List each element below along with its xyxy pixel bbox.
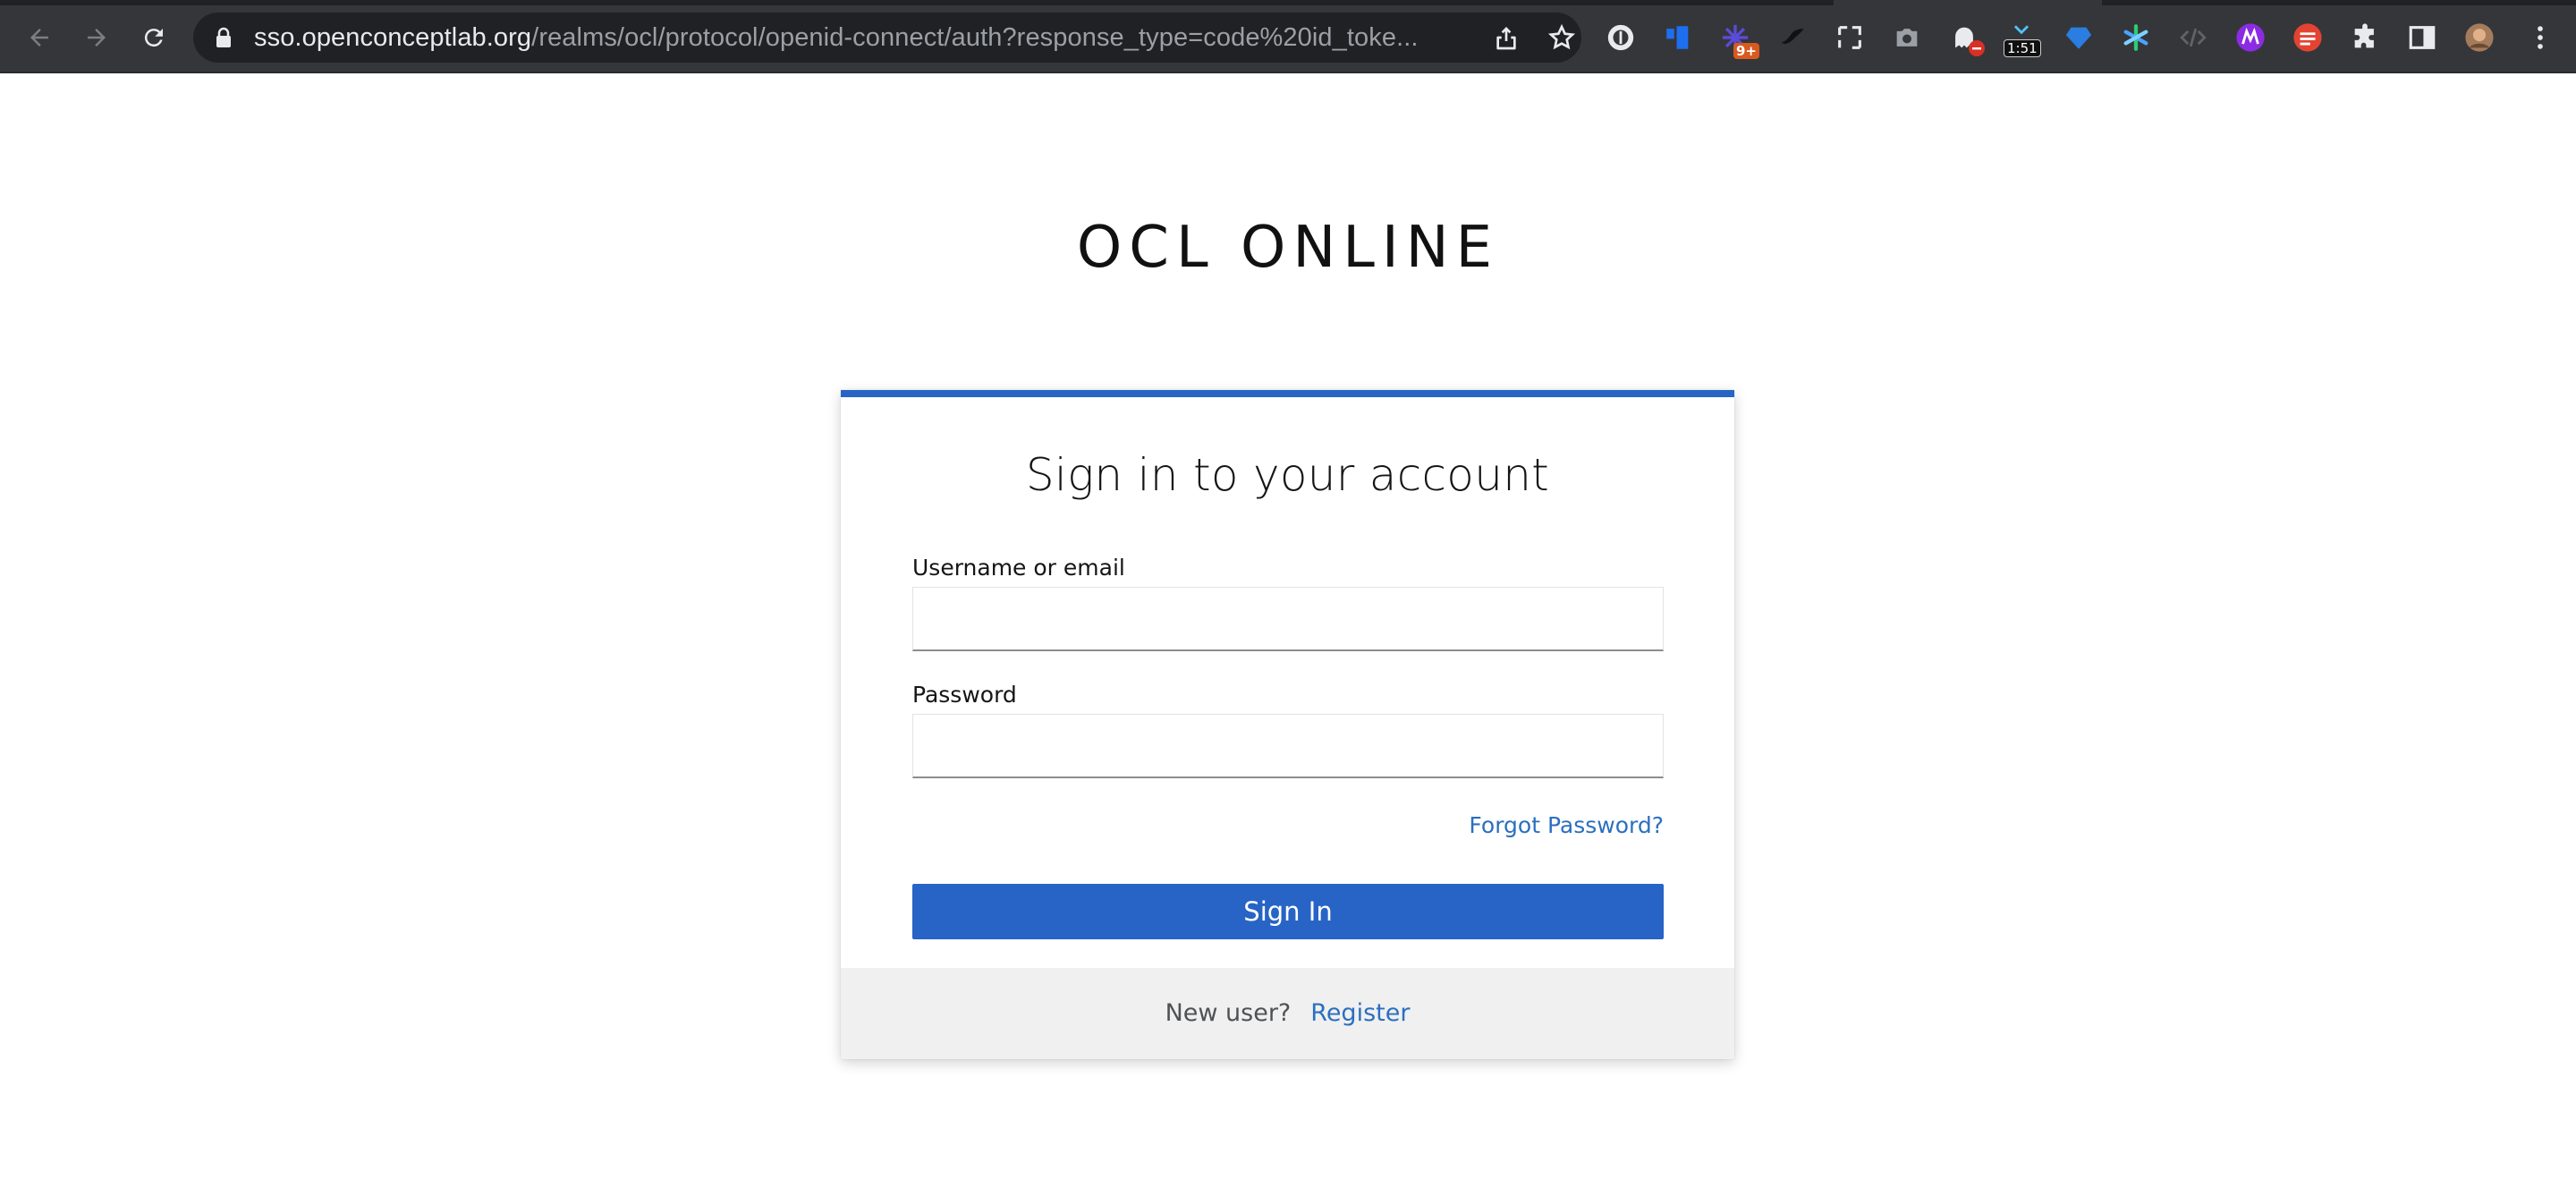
url-host: sso.openconceptlab.org — [254, 23, 532, 52]
kebab-menu-icon — [2538, 26, 2543, 49]
blocker-extension[interactable] — [1946, 20, 1985, 56]
url-text: sso.openconceptlab.org/realms/ocl/protoc… — [254, 13, 1488, 63]
arrow-right-icon — [88, 29, 106, 47]
timer-extension[interactable]: 1:51 — [2004, 20, 2041, 57]
tab-strip-edge — [2102, 0, 2576, 5]
m-extension[interactable] — [2233, 20, 2268, 55]
tab-strip-edge — [0, 0, 1834, 5]
camera-extension[interactable] — [1889, 20, 1925, 55]
password-input[interactable] — [912, 714, 1664, 778]
code-extension[interactable] — [2175, 20, 2211, 55]
password-label: Password — [912, 682, 1017, 708]
code-icon — [2180, 28, 2207, 47]
bird-extension[interactable] — [1775, 20, 1810, 55]
password-manager-extension[interactable] — [1603, 20, 1639, 55]
notifications-extension[interactable]: 9+ — [1717, 20, 1760, 59]
diamond-icon — [2065, 27, 2092, 49]
extensions-menu-button[interactable] — [2347, 20, 2383, 55]
asterisk-icon — [2123, 24, 2148, 51]
board-extension[interactable] — [1660, 20, 1696, 55]
login-card: Sign in to your account Username or emai… — [841, 390, 1734, 1059]
arrow-left-icon — [30, 29, 48, 47]
url-path: /realms/ocl/protocol/openid-connect/auth… — [531, 23, 1419, 52]
screenshot-area-extension[interactable] — [1832, 20, 1868, 55]
avatar-icon — [2465, 23, 2494, 52]
profile-avatar[interactable] — [2462, 20, 2497, 55]
side-panel-icon — [2409, 26, 2436, 49]
reload-button[interactable] — [134, 18, 174, 57]
camera-icon — [1896, 29, 1918, 47]
gem-extension[interactable] — [2061, 20, 2097, 55]
site-title: OCL ONLINE — [1076, 215, 1500, 281]
back-button[interactable] — [20, 18, 59, 57]
username-input[interactable] — [912, 587, 1664, 651]
m-logo-icon — [2236, 23, 2265, 52]
timer-badge: 1:51 — [2004, 39, 2041, 57]
bird-icon — [1781, 29, 1804, 45]
register-link[interactable]: Register — [1310, 999, 1410, 1027]
side-panel-button[interactable] — [2404, 20, 2440, 55]
lock-icon — [216, 27, 231, 47]
register-footer: New user? Register — [841, 968, 1734, 1059]
notifications-badge: 9+ — [1733, 43, 1760, 59]
lastpass-icon — [1607, 24, 1634, 51]
puzzle-icon — [2354, 23, 2374, 48]
login-heading: Sign in to your account — [1025, 449, 1550, 501]
asterisk-extension[interactable] — [2118, 20, 2154, 55]
forgot-password-link[interactable]: Forgot Password? — [1469, 812, 1664, 838]
reload-icon — [144, 29, 163, 47]
sign-in-button[interactable]: Sign In — [912, 884, 1664, 939]
board-icon — [1666, 26, 1689, 49]
new-user-text: New user? — [1165, 999, 1292, 1027]
bookmark-star-icon[interactable] — [1547, 23, 1576, 52]
browser-toolbar: sso.openconceptlab.org/realms/ocl/protoc… — [0, 0, 2576, 73]
forward-button[interactable] — [77, 18, 116, 57]
todoist-icon — [2293, 23, 2322, 52]
address-bar[interactable]: sso.openconceptlab.org/realms/ocl/protoc… — [193, 13, 1581, 63]
share-icon[interactable] — [1492, 23, 1521, 52]
todoist-extension[interactable] — [2290, 20, 2326, 55]
username-label: Username or email — [912, 555, 1125, 581]
crop-icon — [1838, 26, 1861, 49]
blocked-badge-icon — [1969, 40, 1985, 56]
browser-menu-button[interactable] — [2522, 20, 2558, 55]
